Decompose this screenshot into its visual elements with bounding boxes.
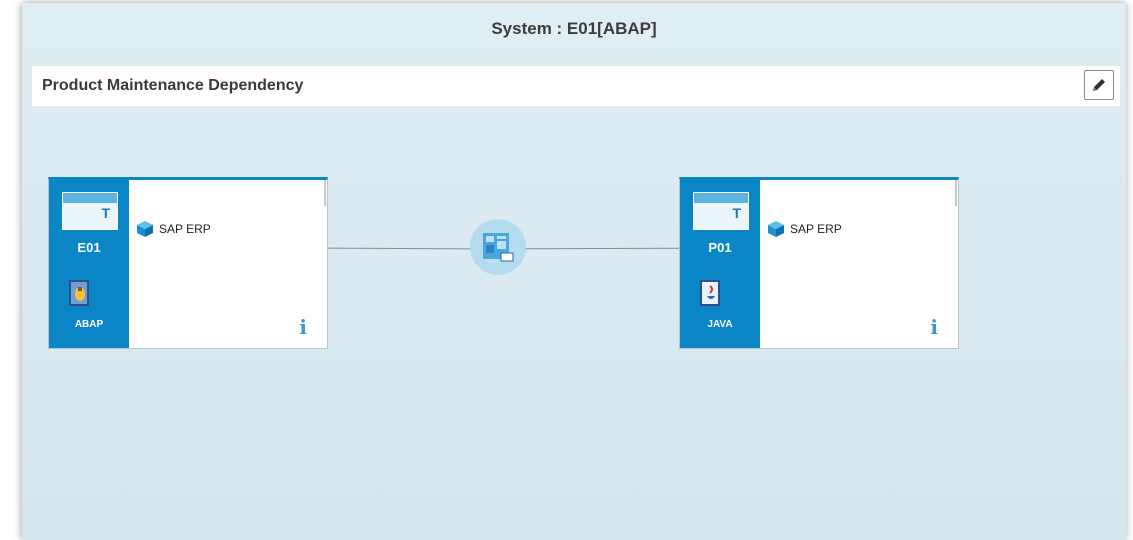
maintenance-dependency-icon: [483, 233, 514, 263]
dependency-link-left: [325, 247, 473, 250]
info-icon[interactable]: i: [299, 315, 307, 339]
system-node-p01[interactable]: T P01 JAVA SAP ERP i: [679, 177, 959, 349]
dependency-hub[interactable]: [470, 219, 526, 275]
java-system-icon: [700, 280, 720, 306]
product-cube-icon: [768, 221, 784, 237]
edit-button[interactable]: [1084, 70, 1114, 100]
system-node-sidebar: T E01 ABAP: [49, 180, 129, 348]
main-window: System : E01[ABAP] Product Maintenance D…: [22, 3, 1126, 540]
terminal-icon: T: [693, 192, 749, 230]
system-type: JAVA: [707, 319, 733, 330]
system-title: System : E01[ABAP]: [491, 19, 657, 38]
section-title: Product Maintenance Dependency: [42, 77, 304, 94]
abap-system-icon: [69, 280, 89, 306]
product-name: SAP ERP: [790, 222, 842, 236]
scrollbar[interactable]: [324, 180, 326, 206]
system-node-sidebar: T P01 JAVA: [680, 180, 760, 348]
system-type: ABAP: [74, 319, 104, 330]
product-cube-icon: [137, 221, 153, 237]
terminal-icon: T: [62, 192, 118, 230]
system-id: P01: [708, 240, 732, 255]
info-icon[interactable]: i: [930, 315, 938, 339]
product-item[interactable]: SAP ERP: [766, 220, 842, 238]
scrollbar[interactable]: [955, 180, 957, 206]
product-name: SAP ERP: [159, 222, 211, 236]
dependency-link-right: [523, 247, 681, 250]
product-item[interactable]: SAP ERP: [135, 220, 211, 238]
section-header: Product Maintenance Dependency: [32, 66, 1120, 106]
system-id: E01: [77, 240, 101, 255]
system-node-e01[interactable]: T E01 ABAP SAP ERP i: [48, 177, 328, 349]
pencil-icon: [1093, 79, 1105, 91]
